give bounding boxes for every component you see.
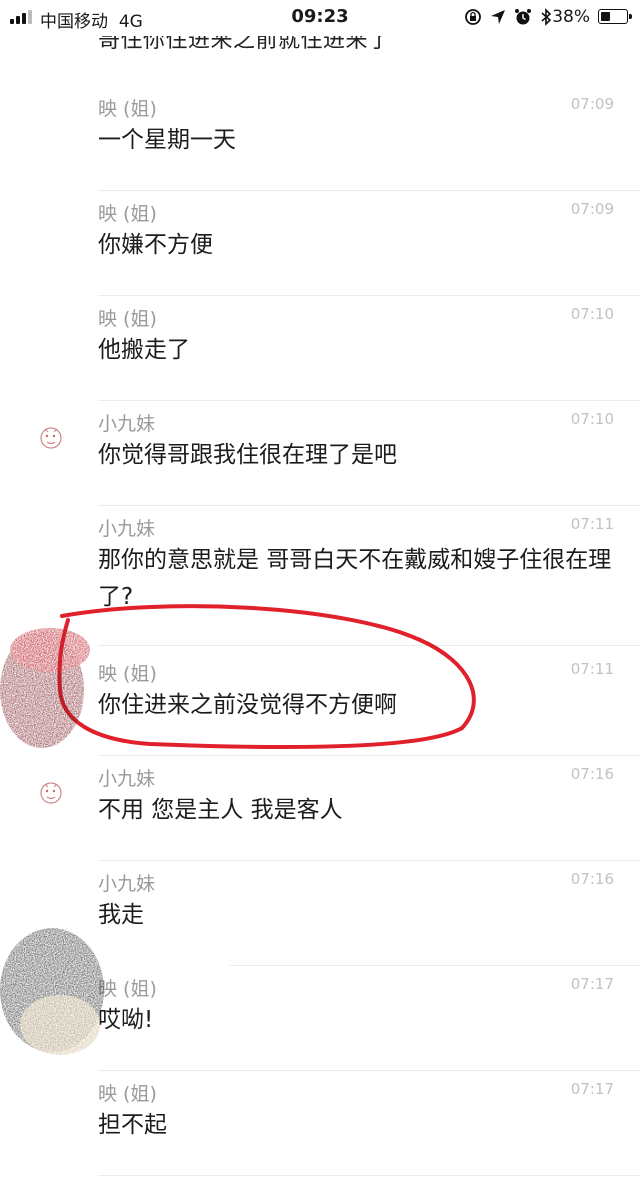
message-divider [98, 860, 640, 861]
chat-message[interactable]: 小九妹 07:11 那你的意思就是 哥哥白天不在戴威和嫂子住很在理了? [0, 510, 640, 650]
message-sender: 映 (姐) [98, 663, 157, 685]
chat-message[interactable]: 映 (姐) 07:10 他搬走了 [0, 300, 640, 405]
message-sender: 映 (姐) [98, 978, 157, 1000]
message-time: 07:11 [570, 515, 614, 533]
message-text: 你觉得哥跟我住很在理了是吧 [98, 442, 397, 468]
message-time: 07:11 [570, 660, 614, 678]
message-text: 哎呦! [98, 1007, 154, 1033]
message-text: 你住进来之前没觉得不方便啊 [98, 692, 397, 718]
message-sender: 小九妹 [98, 873, 156, 895]
message-time: 07:17 [570, 1080, 614, 1098]
message-text: 一个星期一天 [98, 127, 236, 153]
lock-rotation-icon [465, 9, 481, 25]
battery-icon [598, 9, 632, 24]
message-sender: 映 (姐) [98, 203, 157, 225]
avatar-doodle-icon[interactable] [36, 423, 66, 453]
message-divider [230, 965, 640, 966]
bluetooth-icon [541, 8, 552, 26]
message-divider [98, 295, 640, 296]
message-text: 我走 [98, 902, 144, 928]
message-text: 那你的意思就是 哥哥白天不在戴威和嫂子住很在理了? [98, 547, 612, 610]
message-time: 07:10 [570, 410, 614, 428]
message-divider [98, 1175, 640, 1176]
message-text: 你嫌不方便 [98, 232, 213, 258]
message-time: 07:09 [570, 200, 614, 218]
message-time: 07:17 [570, 975, 614, 993]
message-divider [98, 400, 640, 401]
chat-message[interactable]: 小九妹 07:16 不用 您是主人 我是客人 [0, 760, 640, 865]
chat-message[interactable]: 映 (姐) 07:09 你嫌不方便 [0, 195, 640, 300]
message-divider [98, 505, 640, 506]
message-text: 他搬走了 [98, 337, 190, 363]
message-text: 不用 您是主人 我是客人 [98, 797, 343, 823]
status-icons [464, 7, 552, 27]
message-time: 07:10 [570, 305, 614, 323]
message-divider [98, 190, 640, 191]
message-divider [98, 1070, 640, 1071]
message-sender: 映 (姐) [98, 1083, 157, 1105]
avatar-doodle-icon[interactable] [36, 778, 66, 808]
battery-percentage: 38% [552, 7, 590, 27]
location-icon [491, 10, 505, 24]
message-time: 07:16 [570, 765, 614, 783]
message-divider [98, 645, 640, 646]
message-divider [98, 755, 640, 756]
chat-message[interactable]: 映 (姐) 07:17 哎呦! [0, 970, 640, 1075]
message-sender: 小九妹 [98, 518, 156, 540]
chat-message[interactable]: 小九妹 07:16 我走 [0, 865, 640, 970]
message-sender: 映 (姐) [98, 308, 157, 330]
chat-message[interactable]: 映 (姐) 07:09 一个星期一天 [0, 90, 640, 195]
status-bar: 中国移动 4G 09:23 38% [0, 0, 640, 36]
message-sender: 小九妹 [98, 413, 156, 435]
chat-message[interactable]: 映 (姐) 07:17 担不起 [0, 1075, 640, 1180]
message-sender: 映 (姐) [98, 98, 157, 120]
chat-message[interactable]: 映 (姐) 07:11 你住进来之前没觉得不方便啊 [0, 655, 640, 760]
message-text: 担不起 [98, 1112, 167, 1138]
alarm-icon [515, 9, 531, 25]
message-time: 07:16 [570, 870, 614, 888]
chat-message[interactable]: 小九妹 07:10 你觉得哥跟我住很在理了是吧 [0, 405, 640, 510]
message-sender: 小九妹 [98, 768, 156, 790]
message-time: 07:09 [570, 95, 614, 113]
